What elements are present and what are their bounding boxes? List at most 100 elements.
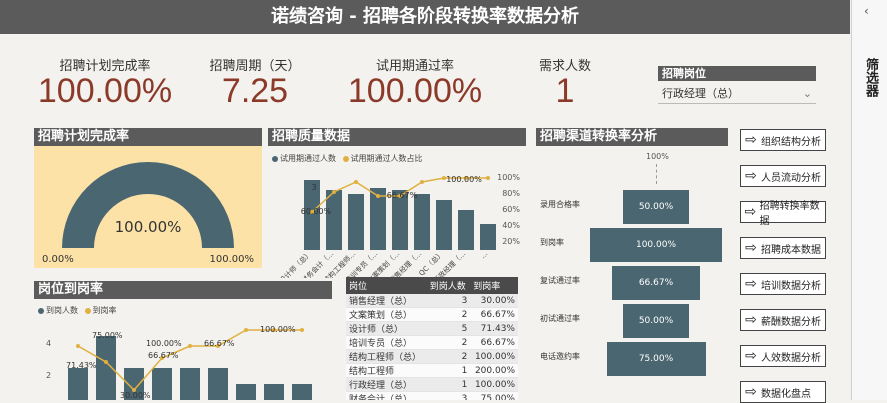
quality-bar[interactable] xyxy=(326,190,342,250)
arrival-bar[interactable] xyxy=(236,384,256,400)
table-header[interactable]: 岗位 xyxy=(346,277,427,294)
table-row[interactable]: 文案策划（总） 2 66.67% xyxy=(346,307,518,322)
nav-button[interactable]: ⇨ 薪酬数据分析 xyxy=(740,309,826,331)
legend-dot xyxy=(38,307,44,314)
arrow-right-icon: ⇨ xyxy=(745,132,757,148)
table-row[interactable]: 培训专员（总） 2 66.67% xyxy=(346,335,518,350)
gauge-panel: 100.00% 0.00% 100.00% xyxy=(34,146,262,268)
table-cell: 3 xyxy=(426,391,471,400)
quality-chart: 3 60.00% 66.67% 100.00% 100% 80% 60% 40%… xyxy=(277,173,520,278)
quality-point[interactable] xyxy=(376,194,380,198)
table-cell: 结构工程师 xyxy=(346,363,427,378)
line-label: 30.00% xyxy=(120,391,151,400)
arrival-bar[interactable] xyxy=(180,368,200,400)
nav-button[interactable]: ⇨ 招聘成本数据 xyxy=(740,237,826,259)
arrow-right-icon: ⇨ xyxy=(745,312,757,328)
table-row[interactable]: 行政经理（总） 1 100.00% xyxy=(346,377,518,392)
funnel-top-label: 100% xyxy=(646,152,669,161)
quality-bar[interactable] xyxy=(348,194,364,250)
page-title: 诺绩咨询 - 招聘各阶段转换率数据分析 xyxy=(0,0,850,34)
table-cell: 2 xyxy=(426,349,471,364)
gauge-title: 招聘计划完成率 xyxy=(34,128,262,146)
funnel-bar[interactable]: 100.00% xyxy=(590,228,722,262)
table-cell: 1 xyxy=(426,377,471,392)
table-cell: 71.43% xyxy=(470,321,518,336)
nav-button-label: 培训数据分析 xyxy=(761,280,821,292)
line-label: 66.67% xyxy=(204,339,235,348)
table-cell: 30.00% xyxy=(470,294,518,308)
arrow-right-icon: ⇨ xyxy=(745,276,757,292)
quality-point[interactable] xyxy=(420,180,424,184)
kpi-value: 1 xyxy=(555,72,575,110)
funnel-stage-label: 到岗率 xyxy=(540,238,564,247)
quality-point[interactable] xyxy=(354,180,358,184)
legend-dot xyxy=(342,155,349,162)
table-row[interactable]: 结构工程师 1 200.00% xyxy=(346,363,518,378)
arrival-point[interactable] xyxy=(188,344,192,348)
arrival-table[interactable]: 岗位 到岗人数 到岗率 销售经理（总） 3 30.00% 文案策划（总） 2 66.67%… xyxy=(346,277,518,400)
arrow-right-icon: ⇨ xyxy=(744,204,757,220)
funnel-stage-label: 复试通过率 xyxy=(540,276,580,285)
quality-title: 招聘质量数据 xyxy=(268,128,526,146)
arrival-bar[interactable] xyxy=(264,384,284,400)
funnel-bar[interactable]: 50.00% xyxy=(623,190,689,224)
arrival-bar[interactable] xyxy=(292,384,312,400)
table-cell: 财务会计（总） xyxy=(346,391,427,400)
arrival-point[interactable] xyxy=(104,360,108,364)
quality-bar[interactable] xyxy=(458,210,474,250)
y-tick: 2 xyxy=(46,371,51,380)
table-row[interactable]: 设计师（总） 5 71.43% xyxy=(346,321,518,336)
table-row[interactable]: 销售经理（总） 3 30.00% xyxy=(346,294,518,308)
funnel-bar[interactable]: 50.00% xyxy=(623,304,689,338)
slicer-title: 招聘岗位 xyxy=(658,66,816,81)
y-tick: 80% xyxy=(502,189,520,198)
arrival-point[interactable] xyxy=(76,344,80,348)
y-tick: 20% xyxy=(502,237,520,246)
y-tick: 100% xyxy=(497,173,520,182)
kpi-value: 7.25 xyxy=(221,72,289,110)
funnel-stage-label: 电话邀约率 xyxy=(540,352,580,361)
funnel-bar[interactable]: 66.67% xyxy=(611,266,700,300)
quality-point[interactable] xyxy=(486,176,490,180)
table-header[interactable]: 到岗人数 xyxy=(426,277,471,294)
funnel-bar[interactable]: 75.00% xyxy=(606,342,706,376)
quality-point[interactable] xyxy=(332,190,336,194)
arrival-chart: 4 2 75.00% 71.43% 66.67% 100.00% 66.67% … xyxy=(46,325,312,400)
table-row[interactable]: 财务会计（总） 3 75.00% xyxy=(346,391,518,400)
arrival-point[interactable] xyxy=(300,328,304,332)
quality-bar[interactable] xyxy=(414,194,430,250)
table-cell: 2 xyxy=(426,335,471,350)
table-cell: 66.67% xyxy=(470,307,518,322)
line-label: 66.67% xyxy=(148,351,179,360)
arrival-bar[interactable] xyxy=(208,368,228,400)
nav-button[interactable]: ⇨ 人员流动分析 xyxy=(740,165,826,187)
table-header[interactable]: 到岗率 xyxy=(470,277,518,294)
arrival-bar[interactable] xyxy=(68,368,88,400)
slicer-dropdown[interactable]: 行政经理（总） ⌄ xyxy=(658,85,816,104)
nav-button-label: 数据化盘点 xyxy=(761,388,811,400)
nav-button[interactable]: ⇨ 组织结构分析 xyxy=(740,129,826,151)
table-cell: 100.00% xyxy=(470,377,518,392)
arrival-bar[interactable] xyxy=(152,368,172,400)
gauge-min: 0.00% xyxy=(42,254,74,265)
legend-label: 试用期通过人数 xyxy=(280,154,336,163)
quality-bar[interactable] xyxy=(436,200,452,250)
bar-label: 3 xyxy=(311,183,316,192)
table-cell: 1 xyxy=(426,363,471,378)
table-row[interactable]: 结构工程师（总） 2 100.00% xyxy=(346,349,518,364)
chevron-left-icon[interactable]: ‹ xyxy=(864,4,869,18)
legend-dot xyxy=(272,155,278,162)
filter-pane[interactable]: ‹ 筛选器 xyxy=(851,0,887,400)
legend-dot xyxy=(84,307,91,314)
table-cell: 200.00% xyxy=(470,363,518,378)
quality-bar[interactable] xyxy=(480,224,496,250)
nav-button[interactable]: ⇨ 培训数据分析 xyxy=(740,273,826,295)
y-tick: 4 xyxy=(46,339,51,348)
nav-button[interactable]: ⇨ 招聘转换率数据 xyxy=(740,201,826,227)
arrival-point[interactable] xyxy=(244,328,248,332)
chevron-down-icon: ⌄ xyxy=(802,87,812,100)
table-cell: 培训专员（总） xyxy=(346,335,427,350)
nav-button[interactable]: ⇨ 人效数据分析 xyxy=(740,345,826,367)
table-cell: 销售经理（总） xyxy=(346,294,427,308)
nav-button-label: 薪酬数据分析 xyxy=(761,316,821,328)
